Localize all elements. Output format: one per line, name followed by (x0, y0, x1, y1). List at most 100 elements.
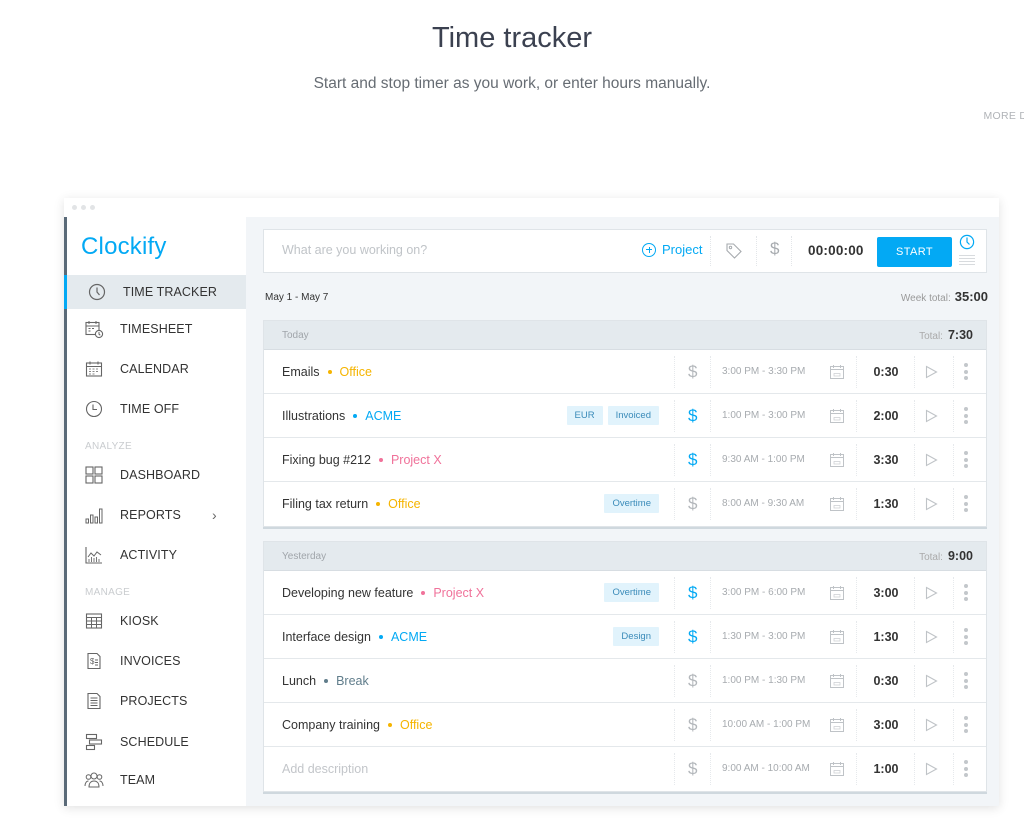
tag-badge[interactable]: Overtime (604, 494, 659, 513)
date-picker-icon[interactable] (829, 717, 845, 738)
entry-description[interactable]: Interface design ACME (282, 630, 427, 644)
more-details-link[interactable]: MORE DETAILS (512, 110, 1024, 122)
billable-icon[interactable]: $ (688, 583, 697, 603)
entry-project[interactable]: Office (400, 718, 432, 732)
more-options-icon[interactable] (964, 716, 970, 736)
entry-project[interactable]: Office (388, 497, 420, 511)
billable-icon[interactable]: $ (688, 450, 697, 470)
tag-badge[interactable]: Overtime (604, 583, 659, 602)
entry-description[interactable]: Filing tax return Office (282, 497, 421, 511)
date-picker-icon[interactable] (829, 408, 845, 429)
entry-description[interactable]: Lunch Break (282, 674, 369, 688)
play-icon[interactable] (925, 409, 938, 428)
project-color-dot (378, 457, 383, 462)
billable-icon[interactable]: $ (688, 759, 697, 779)
date-picker-icon[interactable] (829, 761, 845, 782)
sidebar-item-calendar[interactable]: CALENDAR (67, 352, 246, 386)
sidebar-item-kiosk[interactable]: KIOSK (67, 604, 246, 638)
date-picker-icon[interactable] (829, 673, 845, 694)
sidebar-item-activity[interactable]: ACTIVITY (67, 538, 246, 572)
entry-duration[interactable]: 1:00 (860, 762, 912, 776)
entry-time-range[interactable]: 1:00 PM - 3:00 PM (722, 410, 805, 421)
more-options-icon[interactable] (964, 672, 970, 692)
entry-project[interactable]: Break (336, 674, 369, 688)
tag-badges: Overtime (604, 583, 659, 602)
tag-icon[interactable] (725, 242, 743, 265)
billable-icon[interactable]: $ (688, 627, 697, 647)
day-total-label: Total: (919, 552, 943, 563)
sidebar-item-team[interactable]: TEAM (67, 763, 246, 797)
more-options-icon[interactable] (964, 363, 970, 383)
sidebar-item-schedule[interactable]: SCHEDULE (67, 725, 246, 759)
play-icon[interactable] (925, 674, 938, 693)
entry-time-range[interactable]: 9:30 AM - 1:00 PM (722, 454, 805, 465)
sidebar-item-time-tracker[interactable]: TIME TRACKER (64, 275, 246, 309)
sidebar-item-projects[interactable]: PROJECTS (67, 684, 246, 718)
sidebar-item-timesheet[interactable]: TIMESHEET (67, 312, 246, 346)
clockify-logo[interactable]: Clockify (81, 233, 167, 261)
entry-project[interactable]: ACME (391, 630, 427, 644)
entry-duration[interactable]: 3:00 (860, 718, 912, 732)
play-icon[interactable] (925, 453, 938, 472)
date-picker-icon[interactable] (829, 496, 845, 517)
billable-toggle-icon[interactable]: $ (770, 239, 779, 259)
billable-icon[interactable]: $ (688, 362, 697, 382)
add-description-input[interactable]: Add description (282, 762, 368, 776)
entry-description[interactable]: Fixing bug #212 Project X (282, 453, 442, 467)
billable-icon[interactable]: $ (688, 715, 697, 735)
entry-time-range[interactable]: 3:00 PM - 3:30 PM (722, 366, 805, 377)
entry-time-range[interactable]: 1:30 PM - 3:00 PM (722, 631, 805, 642)
entry-duration[interactable]: 3:00 (860, 586, 912, 600)
date-picker-icon[interactable] (829, 629, 845, 650)
sidebar-item-dashboard[interactable]: DASHBOARD (67, 458, 246, 492)
entry-duration[interactable]: 0:30 (860, 365, 912, 379)
more-options-icon[interactable] (964, 584, 970, 604)
entry-time-range[interactable]: 10:00 AM - 1:00 PM (722, 719, 810, 730)
entry-project[interactable]: Office (340, 365, 372, 379)
entry-time-range[interactable]: 9:00 AM - 10:00 AM (722, 763, 810, 774)
date-picker-icon[interactable] (829, 364, 845, 385)
manual-mode-list-icon[interactable] (959, 255, 975, 267)
entry-time-range[interactable]: 3:00 PM - 6:00 PM (722, 587, 805, 598)
entry-description[interactable]: Illustrations ACME (282, 409, 401, 423)
entry-duration[interactable]: 2:00 (860, 409, 912, 423)
play-icon[interactable] (925, 497, 938, 516)
entry-duration[interactable]: 3:30 (860, 453, 912, 467)
start-button[interactable]: START (877, 237, 952, 267)
play-icon[interactable] (925, 630, 938, 649)
entry-time-range[interactable]: 8:00 AM - 9:30 AM (722, 498, 804, 509)
sidebar-item-reports[interactable]: REPORTS › (67, 498, 246, 532)
play-icon[interactable] (925, 762, 938, 781)
tag-badge[interactable]: Invoiced (607, 406, 659, 425)
more-options-icon[interactable] (964, 407, 970, 427)
sidebar-item-time-off[interactable]: TIME OFF (67, 392, 246, 426)
timer-mode-clock-icon[interactable] (959, 234, 975, 255)
date-picker-icon[interactable] (829, 585, 845, 606)
entry-project[interactable]: Project X (391, 453, 442, 467)
description-input[interactable] (282, 243, 612, 257)
play-icon[interactable] (925, 718, 938, 737)
entry-duration[interactable]: 1:30 (860, 630, 912, 644)
entry-description[interactable]: Emails Office (282, 365, 372, 379)
play-icon[interactable] (925, 365, 938, 384)
sidebar-item-invoices[interactable]: $ INVOICES (67, 644, 246, 678)
billable-icon[interactable]: $ (688, 494, 697, 514)
entry-duration[interactable]: 1:30 (860, 497, 912, 511)
entry-description[interactable]: Developing new feature Project X (282, 586, 484, 600)
entry-project[interactable]: ACME (365, 409, 401, 423)
tag-badge[interactable]: EUR (566, 406, 603, 425)
more-options-icon[interactable] (964, 451, 970, 471)
billable-icon[interactable]: $ (688, 406, 697, 426)
date-picker-icon[interactable] (829, 452, 845, 473)
more-options-icon[interactable] (964, 495, 970, 515)
tag-badge[interactable]: Design (613, 627, 659, 646)
play-icon[interactable] (925, 586, 938, 605)
more-options-icon[interactable] (964, 628, 970, 648)
more-options-icon[interactable] (964, 760, 970, 780)
entry-project[interactable]: Project X (433, 586, 484, 600)
add-project-button[interactable]: Project (642, 242, 702, 257)
entry-time-range[interactable]: 1:00 PM - 1:30 PM (722, 675, 805, 686)
entry-duration[interactable]: 0:30 (860, 674, 912, 688)
entry-description[interactable]: Company training Office (282, 718, 432, 732)
billable-icon[interactable]: $ (688, 671, 697, 691)
